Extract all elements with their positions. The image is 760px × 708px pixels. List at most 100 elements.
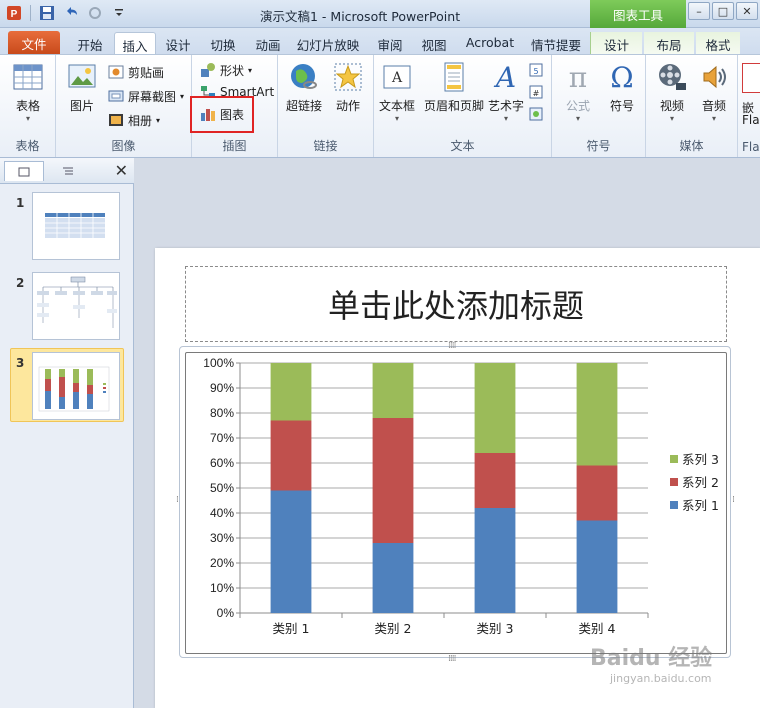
video-button[interactable]: 视频 ▾ bbox=[650, 61, 694, 123]
baidu-watermark: Baidu 经验 bbox=[590, 646, 713, 671]
table-icon bbox=[12, 61, 44, 93]
table-button[interactable]: 表格 ▾ bbox=[6, 61, 50, 123]
title-bar: P 演示文稿1 - Microsoft PowerPoint 图表工具 – □ … bbox=[0, 0, 760, 28]
bar-segment bbox=[576, 465, 618, 521]
symbol-label: 符号 bbox=[609, 99, 634, 113]
chart-thumbnail-graphic bbox=[38, 366, 110, 412]
group-flash: 嵌 Fla Fla bbox=[738, 55, 760, 157]
shapes-button[interactable]: 形状 ▾ bbox=[200, 61, 252, 79]
maximize-button[interactable]: □ bbox=[712, 2, 734, 20]
group-symbols: π 公式 ▾ Ω 符号 符号 bbox=[552, 55, 646, 157]
dropdown-arrow-icon: ▾ bbox=[25, 114, 30, 123]
bar-segment bbox=[270, 363, 312, 421]
object-button[interactable] bbox=[528, 105, 544, 123]
svg-text:A: A bbox=[493, 61, 516, 93]
tab-review[interactable]: 审阅 bbox=[370, 32, 410, 54]
x-tick-label: 类别 4 bbox=[579, 621, 616, 636]
customize-qat-icon[interactable] bbox=[109, 4, 129, 22]
slide-thumbnail-2[interactable]: 2 bbox=[0, 268, 134, 346]
equation-button[interactable]: π 公式 ▾ bbox=[556, 61, 600, 123]
slide-number-button[interactable]: # bbox=[528, 83, 544, 101]
date-time-button[interactable]: 5 bbox=[528, 61, 544, 79]
resize-handle-left[interactable]: ⁞ bbox=[176, 495, 179, 505]
picture-button[interactable]: 图片 bbox=[60, 61, 104, 114]
slide-preview bbox=[32, 272, 120, 340]
dropdown-arrow-icon: ▾ bbox=[156, 115, 161, 125]
clipart-button[interactable]: 剪贴画 bbox=[108, 63, 164, 81]
tab-chart-design[interactable]: 设计 bbox=[590, 32, 642, 54]
y-tick-label: 100% bbox=[203, 356, 234, 370]
textbox-label: 文本框 bbox=[378, 99, 415, 113]
tab-slides[interactable] bbox=[4, 161, 44, 181]
wordart-button[interactable]: A 艺术字 ▾ bbox=[486, 61, 526, 123]
bar-segment bbox=[270, 490, 312, 613]
undo-icon[interactable] bbox=[61, 4, 81, 22]
group-label-images: 图像 bbox=[111, 139, 136, 153]
tab-transitions[interactable]: 切换 bbox=[202, 32, 244, 54]
tab-outline[interactable] bbox=[48, 161, 88, 181]
svg-text:P: P bbox=[11, 9, 18, 20]
table-label: 表格 bbox=[15, 99, 40, 113]
flash-button-label-2: Fla bbox=[742, 113, 760, 127]
slide-thumbnail-3[interactable]: 3 bbox=[0, 348, 134, 426]
group-text: A 文本框 ▾ 页眉和页脚 A 艺术字 ▾ 5 # 文本 bbox=[374, 55, 552, 157]
tab-animations[interactable]: 动画 bbox=[248, 32, 288, 54]
hyperlink-button[interactable]: 超链接 bbox=[282, 61, 326, 114]
dropdown-arrow-icon: ▾ bbox=[180, 91, 185, 101]
slides-panel: ✕ 1 2 3 bbox=[0, 158, 134, 708]
y-tick-label: 30% bbox=[210, 531, 234, 545]
tab-file[interactable]: 文件 bbox=[8, 31, 60, 54]
calendar-icon: 5 bbox=[528, 62, 544, 78]
slide-number-icon: # bbox=[528, 84, 544, 100]
album-button[interactable]: 相册 ▾ bbox=[108, 111, 160, 129]
tab-view[interactable]: 视图 bbox=[414, 32, 454, 54]
legend-swatch bbox=[670, 455, 678, 463]
tab-design[interactable]: 设计 bbox=[158, 32, 198, 54]
action-button[interactable]: 动作 bbox=[326, 61, 370, 114]
dropdown-arrow-icon: ▾ bbox=[575, 114, 580, 123]
slide-number: 2 bbox=[16, 276, 25, 290]
chart-selection-frame[interactable]: ⁞⁞⁞⁞ ⁞⁞⁞⁞ ⁞ ⁞ 0% 10% 20% 30% 40% 50% 60% 70% 80%… bbox=[176, 341, 735, 664]
tab-chart-format[interactable]: 格式 bbox=[696, 32, 740, 54]
slide-thumbnail-1[interactable]: 1 bbox=[0, 188, 134, 266]
dropdown-arrow-icon: ▾ bbox=[503, 114, 508, 123]
header-footer-button[interactable]: 页眉和页脚 bbox=[418, 61, 490, 114]
resize-handle-bottom[interactable]: ⁞⁞⁞⁞ bbox=[448, 654, 457, 664]
minimize-button[interactable]: – bbox=[688, 2, 710, 20]
x-tick-label: 类别 3 bbox=[477, 621, 514, 636]
stacked-bar-chart: 0% 10% 20% 30% 40% 50% 60% 70% 80% 90% 100% 类别 1 类别 … bbox=[203, 356, 719, 636]
redo-icon[interactable] bbox=[85, 4, 105, 22]
resize-handle-top[interactable]: ⁞⁞⁞⁞ bbox=[448, 341, 457, 351]
slide-preview bbox=[32, 352, 120, 420]
y-tick-label: 50% bbox=[210, 481, 234, 495]
resize-handle-right[interactable]: ⁞ bbox=[732, 495, 735, 505]
screenshot-button[interactable]: 屏幕截图 ▾ bbox=[108, 87, 184, 105]
tab-acrobat[interactable]: Acrobat bbox=[460, 32, 520, 54]
symbol-button[interactable]: Ω 符号 bbox=[600, 61, 644, 114]
close-button[interactable]: ✕ bbox=[736, 2, 758, 20]
title-placeholder[interactable]: 单击此处添加标题 bbox=[185, 266, 727, 342]
group-label-links: 链接 bbox=[313, 139, 338, 153]
textbox-icon: A bbox=[381, 61, 413, 93]
textbox-button[interactable]: A 文本框 ▾ bbox=[376, 61, 418, 123]
bar-segment bbox=[474, 363, 516, 453]
audio-label: 音频 bbox=[701, 99, 726, 113]
tab-home[interactable]: 开始 bbox=[68, 32, 112, 54]
audio-button[interactable]: 音频 ▾ bbox=[692, 61, 736, 123]
bar-segment bbox=[372, 363, 414, 418]
dropdown-arrow-icon: ▾ bbox=[394, 114, 399, 123]
chart-area[interactable]: 0% 10% 20% 30% 40% 50% 60% 70% 80% 90% 100% 类别 1 类别 … bbox=[185, 352, 727, 654]
group-table: 表格 ▾ 表格 bbox=[0, 55, 56, 157]
close-panel-icon[interactable]: ✕ bbox=[115, 161, 128, 180]
wordart-icon: A bbox=[490, 61, 522, 94]
legend-swatch bbox=[670, 501, 678, 509]
tab-storyboarding[interactable]: 情节提要 bbox=[526, 32, 586, 54]
tab-chart-layout[interactable]: 布局 bbox=[644, 32, 694, 54]
y-tick-label: 20% bbox=[210, 556, 234, 570]
omega-icon: Ω bbox=[606, 61, 638, 94]
tab-slideshow[interactable]: 幻灯片放映 bbox=[292, 32, 364, 54]
x-tick-label: 类别 1 bbox=[273, 621, 310, 636]
save-icon[interactable] bbox=[37, 4, 57, 22]
powerpoint-logo-icon[interactable]: P bbox=[4, 4, 24, 22]
tab-insert[interactable]: 插入 bbox=[114, 32, 156, 54]
